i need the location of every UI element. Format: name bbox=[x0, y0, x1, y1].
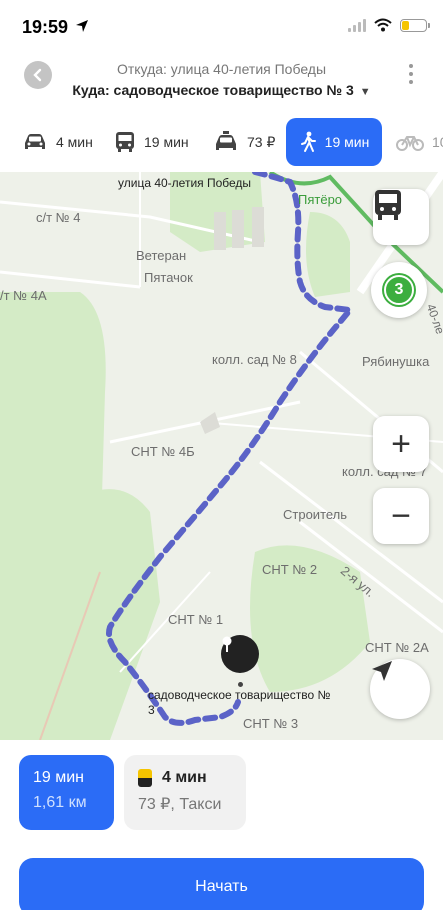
route-to-label: Куда: садоводческое товарищество № 3 bbox=[72, 82, 354, 98]
plus-icon: + bbox=[391, 425, 411, 463]
destination-dot bbox=[238, 682, 243, 687]
walk-option-card[interactable]: 19 мин 1,61 км bbox=[19, 755, 114, 830]
tab-taxi[interactable]: 73 ₽ bbox=[203, 118, 285, 166]
map-label-st4a: /т № 4А bbox=[0, 288, 47, 303]
destination-label: садоводческое товарищество № 3 bbox=[148, 688, 331, 717]
walk-icon bbox=[300, 131, 316, 152]
map-label-veteran: Ветеран bbox=[136, 248, 187, 263]
taxi-option-price: 73 ₽, Такси bbox=[138, 796, 222, 813]
map-label-stroitel: Строитель bbox=[283, 507, 348, 522]
transit-score-badge: 3 bbox=[384, 275, 414, 305]
dropdown-caret-icon: ▼ bbox=[359, 86, 371, 98]
car-icon bbox=[25, 134, 45, 149]
map-view[interactable]: улица 40-летия Победы Пятёро с/т № 4 Вет… bbox=[0, 172, 443, 740]
tab-car[interactable]: 4 мин bbox=[12, 118, 103, 166]
bus-icon bbox=[116, 132, 134, 152]
battery-icon bbox=[400, 18, 430, 32]
route-header: Откуда: улица 40-летия Победы Куда: садо… bbox=[0, 52, 443, 112]
start-button[interactable]: Начать bbox=[19, 858, 424, 910]
wifi-icon bbox=[374, 18, 392, 32]
tab-transit-label: 19 мин bbox=[144, 134, 189, 150]
navigation-arrow-icon bbox=[372, 661, 392, 681]
map-label-pyatachok: Пятачок bbox=[144, 270, 193, 285]
zoom-out-button[interactable]: − bbox=[373, 488, 429, 544]
tab-walk-label: 19 мин bbox=[324, 134, 370, 150]
destination-pin[interactable] bbox=[221, 635, 259, 673]
map-label-pyaterochka: Пятёро bbox=[298, 192, 343, 207]
location-arrow-icon bbox=[76, 20, 88, 32]
tab-transit[interactable]: 19 мин bbox=[104, 118, 199, 166]
map-label-ryabinushka: Рябинушка bbox=[362, 354, 430, 369]
zoom-in-button[interactable]: + bbox=[373, 416, 429, 472]
tab-taxi-label: 73 ₽ bbox=[247, 133, 276, 150]
my-location-button[interactable] bbox=[370, 659, 430, 719]
transit-score-button[interactable]: 3 bbox=[371, 262, 427, 318]
pin-icon bbox=[222, 636, 232, 652]
more-options-button[interactable] bbox=[407, 64, 415, 84]
transit-layer-button[interactable] bbox=[373, 189, 429, 245]
taxi-option-time: 4 мин bbox=[162, 769, 207, 786]
route-from[interactable]: Откуда: улица 40-летия Победы bbox=[0, 61, 443, 77]
route-options-panel: 19 мин 1,61 км 4 мин 73 ₽, Такси Начать bbox=[0, 740, 443, 910]
map-label-snt3: СНТ № 3 bbox=[243, 716, 299, 731]
minus-icon: − bbox=[391, 497, 411, 535]
map-label-snt4b: СНТ № 4Б bbox=[131, 444, 195, 459]
map-label-snt2: СНТ № 2 bbox=[262, 562, 318, 577]
signal-icon bbox=[348, 18, 366, 32]
bicycle-icon bbox=[396, 136, 424, 151]
tab-bike-label: 10 bbox=[432, 134, 443, 150]
status-icons bbox=[348, 18, 430, 32]
taxi-option-card[interactable]: 4 мин 73 ₽, Такси bbox=[124, 755, 246, 830]
transport-tabs: 4 мин 19 мин 73 ₽ 19 мин 10 bbox=[0, 112, 443, 172]
clock-time: 19:59 bbox=[22, 17, 69, 37]
map-label-kolsad8: колл. сад № 8 bbox=[212, 352, 297, 367]
tab-walk[interactable]: 19 мин bbox=[286, 118, 382, 166]
taxi-icon bbox=[216, 131, 236, 150]
walk-option-distance: 1,61 км bbox=[33, 794, 87, 811]
tab-bike[interactable]: 10 bbox=[386, 118, 443, 166]
map-label-st4: с/т № 4 bbox=[36, 210, 81, 225]
map-label-snt2a: СНТ № 2А bbox=[365, 640, 429, 655]
map-label-snt1: СНТ № 1 bbox=[168, 612, 224, 627]
map-label-street-top: улица 40-летия Победы bbox=[118, 176, 252, 190]
status-bar: 19:59 bbox=[0, 0, 443, 52]
yandex-taxi-icon bbox=[138, 769, 152, 787]
tab-car-label: 4 мин bbox=[56, 134, 93, 150]
route-to[interactable]: Куда: садоводческое товарищество № 3 ▼ bbox=[0, 82, 443, 98]
walk-option-time: 19 мин bbox=[33, 769, 85, 786]
bus-icon bbox=[375, 190, 401, 220]
